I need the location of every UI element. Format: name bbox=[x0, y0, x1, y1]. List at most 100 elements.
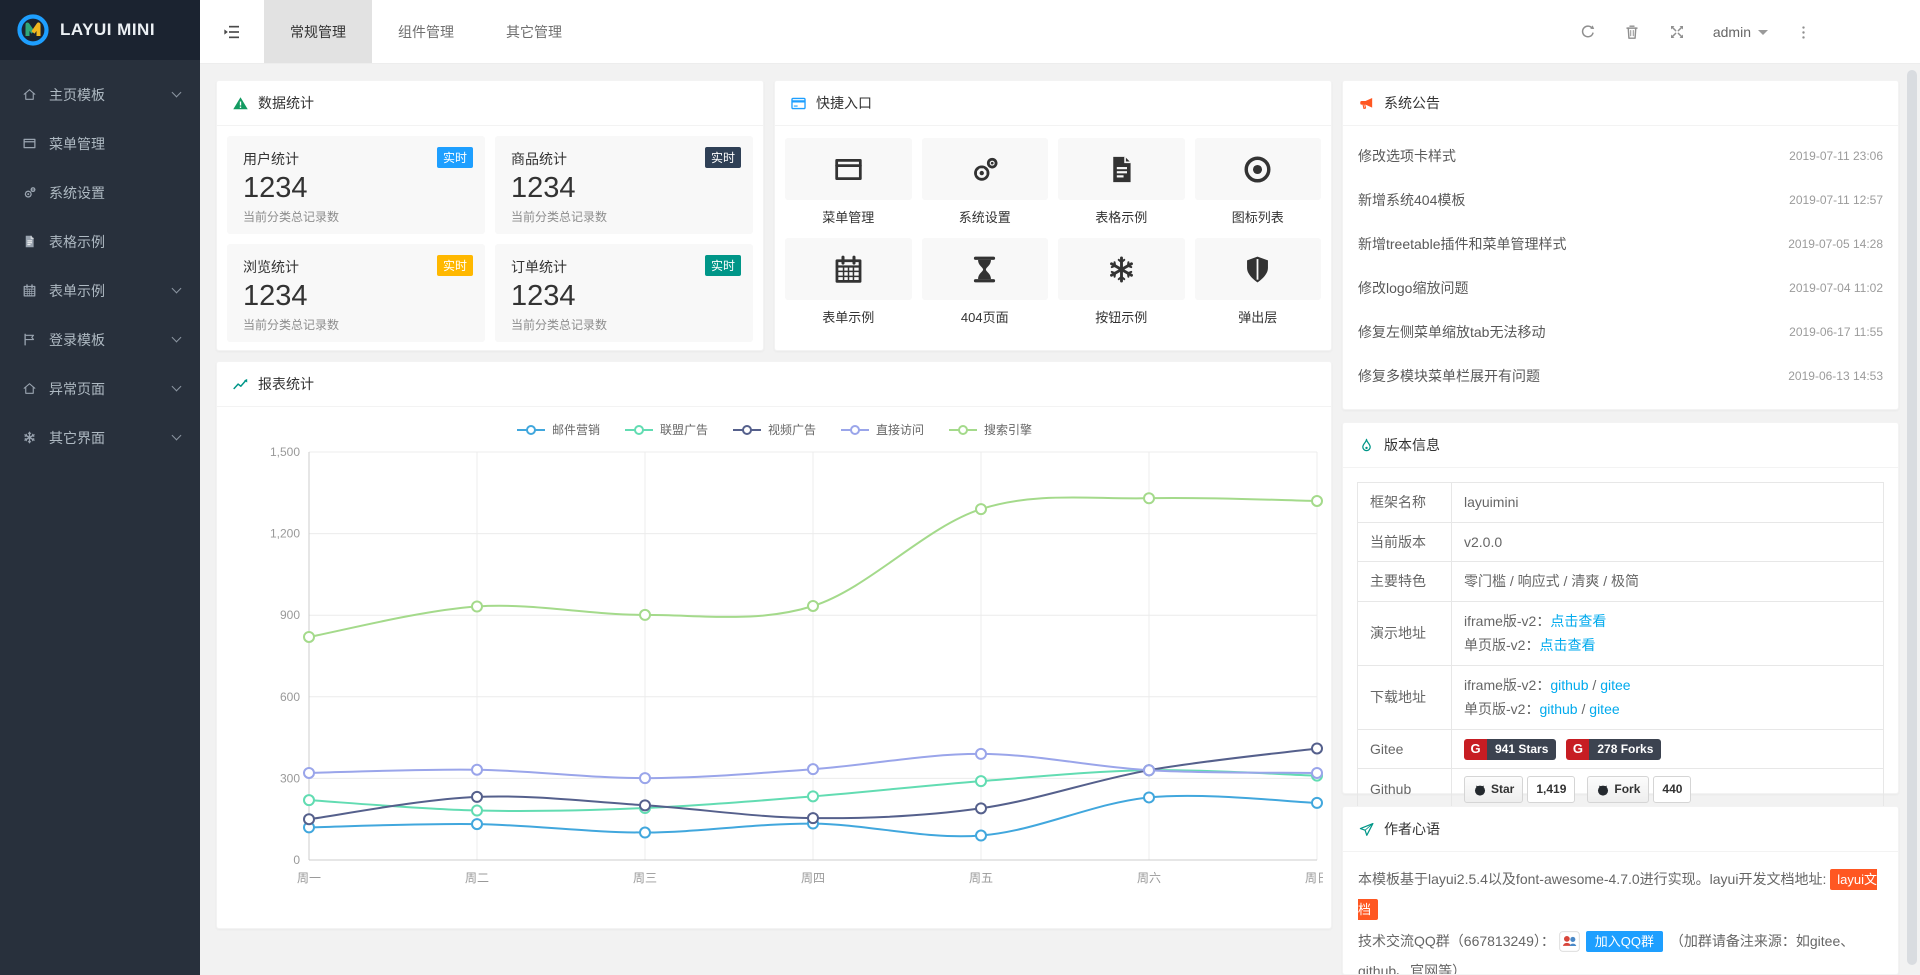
stat-card[interactable]: 订单统计实时1234当前分类总记录数 bbox=[495, 244, 753, 342]
stat-card[interactable]: 用户统计实时1234当前分类总记录数 bbox=[227, 136, 485, 234]
tab-2[interactable]: 其它管理 bbox=[480, 0, 588, 63]
report-panel: 报表统计 邮件营销联盟广告视频广告直接访问搜索引擎 03006009001,20… bbox=[216, 361, 1332, 929]
user-name: admin bbox=[1713, 24, 1751, 40]
announcements-list: 修改选项卡样式2019-07-11 23:06新增系统404模板2019-07-… bbox=[1343, 126, 1898, 406]
sidebar-collapse-button[interactable] bbox=[200, 0, 264, 63]
quick-entry[interactable]: 按钮示例 bbox=[1058, 238, 1185, 326]
stat-card-badge: 实时 bbox=[705, 147, 741, 168]
version-row-value: G941 Stars G278 Forks bbox=[1452, 729, 1884, 769]
sidebar-item-6[interactable]: 异常页面 bbox=[0, 364, 200, 413]
quick-entry[interactable]: 表格示例 bbox=[1058, 138, 1185, 226]
svg-text:周六: 周六 bbox=[1137, 871, 1161, 885]
version-link[interactable]: 点击查看 bbox=[1550, 613, 1606, 629]
logo[interactable]: LAYUI MINI bbox=[0, 0, 200, 60]
legend-marker-icon bbox=[732, 424, 762, 436]
version-link[interactable]: gitee bbox=[1600, 677, 1630, 693]
file-icon bbox=[22, 234, 39, 249]
version-link[interactable]: github bbox=[1539, 701, 1577, 717]
quick-entry[interactable]: 404页面 bbox=[922, 238, 1049, 326]
quick-entry[interactable]: 弹出层 bbox=[1195, 238, 1322, 326]
quick-entry[interactable]: 系统设置 bbox=[922, 138, 1049, 226]
legend-item[interactable]: 搜索引擎 bbox=[948, 421, 1032, 438]
stats-panel: 数据统计 用户统计实时1234当前分类总记录数商品统计实时1234当前分类总记录… bbox=[216, 80, 764, 351]
stat-card[interactable]: 浏览统计实时1234当前分类总记录数 bbox=[227, 244, 485, 342]
version-row-label: Gitee bbox=[1358, 729, 1452, 769]
sidebar-item-0[interactable]: 主页模板 bbox=[0, 70, 200, 119]
sidebar: LAYUI MINI 主页模板菜单管理系统设置表格示例表单示例登录模板异常页面其… bbox=[0, 0, 200, 975]
stat-card-title: 订单统计 bbox=[511, 257, 737, 277]
vertical-scrollbar[interactable] bbox=[1907, 70, 1917, 965]
credit-card-icon bbox=[790, 95, 807, 112]
legend-item[interactable]: 联盟广告 bbox=[624, 421, 708, 438]
version-row: 下载地址iframe版-v2：github / gitee单页版-v2：gith… bbox=[1358, 665, 1884, 729]
svg-text:1,200: 1,200 bbox=[270, 527, 300, 541]
version-row: 框架名称layuimini bbox=[1358, 483, 1884, 523]
home-icon bbox=[22, 381, 39, 396]
version-row-label: 下载地址 bbox=[1358, 665, 1452, 729]
sidebar-item-3[interactable]: 表格示例 bbox=[0, 217, 200, 266]
gitee-badge[interactable]: G278 Forks bbox=[1566, 739, 1661, 760]
version-value-text: v2.0.0 bbox=[1464, 534, 1502, 550]
announcement-row[interactable]: 修改选项卡样式2019-07-11 23:06 bbox=[1358, 134, 1883, 178]
version-link[interactable]: github bbox=[1550, 677, 1588, 693]
version-row-label: Github bbox=[1358, 769, 1452, 811]
legend-item[interactable]: 直接访问 bbox=[840, 421, 924, 438]
gitee-badge-label: 941 Stars bbox=[1487, 739, 1556, 760]
quick-entry[interactable]: 图标列表 bbox=[1195, 138, 1322, 226]
chevron-down-icon bbox=[172, 88, 182, 98]
octocat-icon bbox=[1596, 783, 1610, 797]
link-prefix: 单页版-v2： bbox=[1464, 637, 1539, 653]
svg-text:周日: 周日 bbox=[1305, 871, 1323, 885]
tab-1[interactable]: 组件管理 bbox=[372, 0, 480, 63]
sidebar-item-label: 异常页面 bbox=[49, 379, 173, 399]
github-count[interactable]: 1,419 bbox=[1527, 776, 1575, 803]
more-menu-icon[interactable] bbox=[1795, 24, 1812, 41]
github-count[interactable]: 440 bbox=[1653, 776, 1691, 803]
version-panel-header: 版本信息 bbox=[1343, 423, 1898, 468]
svg-text:周三: 周三 bbox=[633, 871, 657, 885]
quick-entry[interactable]: 菜单管理 bbox=[785, 138, 912, 226]
version-link[interactable]: 点击查看 bbox=[1539, 637, 1595, 653]
stat-card-desc: 当前分类总记录数 bbox=[511, 208, 737, 225]
sidebar-item-5[interactable]: 登录模板 bbox=[0, 315, 200, 364]
github-button[interactable]: Fork bbox=[1587, 776, 1649, 803]
join-qq-button[interactable]: 加入QQ群 bbox=[1586, 931, 1663, 952]
line-chart-icon bbox=[232, 376, 249, 393]
announcement-row[interactable]: 修改logo缩放问题2019-07-04 11:02 bbox=[1358, 266, 1883, 310]
tab-0[interactable]: 常规管理 bbox=[264, 0, 372, 63]
version-value-text: 零门槛 / 响应式 / 清爽 / 极简 bbox=[1464, 573, 1639, 589]
version-link[interactable]: gitee bbox=[1589, 701, 1619, 717]
gitee-badge[interactable]: G941 Stars bbox=[1464, 739, 1556, 760]
sidebar-item-1[interactable]: 菜单管理 bbox=[0, 119, 200, 168]
link-separator: / bbox=[1578, 701, 1590, 717]
announcement-row[interactable]: 修复多模块菜单栏展开有问题2019-06-13 14:53 bbox=[1358, 354, 1883, 398]
refresh-icon[interactable] bbox=[1578, 23, 1596, 41]
legend-item[interactable]: 视频广告 bbox=[732, 421, 816, 438]
github-button[interactable]: Star bbox=[1464, 776, 1523, 803]
sidebar-item-4[interactable]: 表单示例 bbox=[0, 266, 200, 315]
announcement-text: 修复左侧菜单缩放tab无法移动 bbox=[1358, 322, 1545, 342]
announcement-row[interactable]: 修复左侧菜单缩放tab无法移动2019-06-17 11:55 bbox=[1358, 310, 1883, 354]
trash-icon[interactable] bbox=[1623, 23, 1641, 41]
chevron-down-icon bbox=[172, 431, 182, 441]
announcement-text: 修改logo缩放问题 bbox=[1358, 278, 1468, 298]
version-panel: 版本信息 框架名称layuimini当前版本v2.0.0主要特色零门槛 / 响应… bbox=[1342, 422, 1899, 794]
svg-text:0: 0 bbox=[293, 853, 300, 867]
announcement-row[interactable]: 新增treetable插件和菜单管理样式2019-07-05 14:28 bbox=[1358, 222, 1883, 266]
megaphone-icon bbox=[1358, 95, 1375, 112]
user-menu[interactable]: admin bbox=[1713, 24, 1768, 40]
version-link-line: iframe版-v2：点击查看 bbox=[1464, 609, 1871, 634]
stat-card[interactable]: 商品统计实时1234当前分类总记录数 bbox=[495, 136, 753, 234]
stat-card-title: 商品统计 bbox=[511, 149, 737, 169]
sidebar-item-7[interactable]: 其它界面 bbox=[0, 413, 200, 462]
quick-entry[interactable]: 表单示例 bbox=[785, 238, 912, 326]
legend-item[interactable]: 邮件营销 bbox=[516, 421, 600, 438]
sidebar-item-label: 登录模板 bbox=[49, 330, 173, 350]
svg-text:周一: 周一 bbox=[297, 871, 321, 885]
fullscreen-icon[interactable] bbox=[1668, 23, 1686, 41]
sidebar-item-2[interactable]: 系统设置 bbox=[0, 168, 200, 217]
announcement-row[interactable]: 新增系统404模板2019-07-11 12:57 bbox=[1358, 178, 1883, 222]
app-root: LAYUI MINI 主页模板菜单管理系统设置表格示例表单示例登录模板异常页面其… bbox=[0, 0, 1920, 975]
legend-marker-icon bbox=[516, 424, 546, 436]
svg-text:周四: 周四 bbox=[801, 871, 825, 885]
